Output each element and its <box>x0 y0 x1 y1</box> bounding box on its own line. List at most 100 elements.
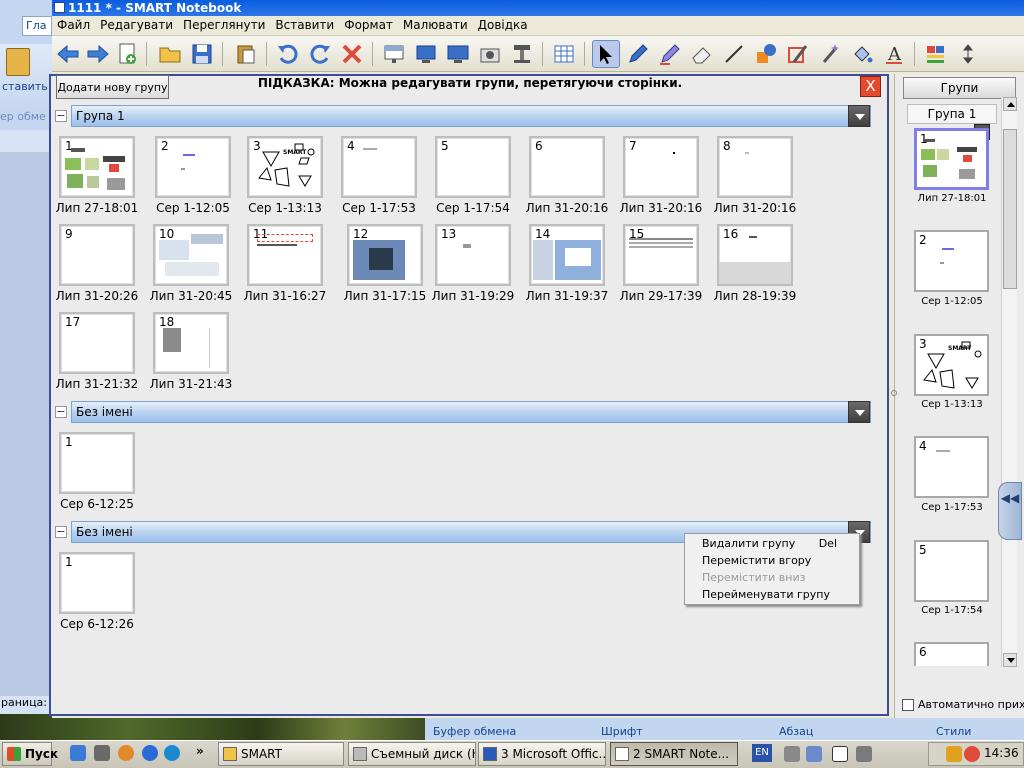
scroll-thumb[interactable] <box>1003 129 1017 289</box>
quick-launch-icon[interactable] <box>142 745 158 761</box>
move-toolbar-icon[interactable] <box>954 40 982 68</box>
title-bar[interactable]: 1111 * - SMART Notebook <box>52 0 1024 16</box>
add-group-button[interactable]: Додати нову групу <box>56 75 169 99</box>
creative-pen-icon[interactable] <box>656 40 684 68</box>
taskbar-item-smart-notebook[interactable]: 2 SMART Note... <box>610 742 738 766</box>
fill-icon[interactable] <box>848 40 876 68</box>
delete-icon[interactable] <box>338 40 366 68</box>
menu-format[interactable]: Формат <box>339 16 398 34</box>
close-panel-button[interactable]: X <box>860 76 881 97</box>
menu-edit[interactable]: Редагувати <box>95 16 178 34</box>
arrow-right-icon[interactable] <box>84 40 112 68</box>
sidebar-page-thumbnail[interactable]: 2 <box>914 230 989 292</box>
tray-help-icon[interactable] <box>832 746 848 762</box>
menu-draw[interactable]: Малювати <box>398 16 473 34</box>
page-thumbnail[interactable]: 7 <box>623 136 699 198</box>
page-thumbnail[interactable]: 6 <box>529 136 605 198</box>
tray-keyboard-icon[interactable] <box>806 746 822 762</box>
paste-icon[interactable] <box>232 40 260 68</box>
screen-shade-icon[interactable] <box>380 40 408 68</box>
shapes-icon[interactable] <box>752 40 780 68</box>
full-screen-icon[interactable] <box>444 40 472 68</box>
collapse-group-icon[interactable]: − <box>55 526 67 538</box>
page-thumbnail[interactable]: 11 <box>247 224 323 286</box>
page-thumbnail[interactable]: 2 <box>155 136 231 198</box>
sparkle-pen-icon[interactable] <box>816 40 844 68</box>
page-thumbnail[interactable]: 1 <box>59 432 135 494</box>
save-icon[interactable] <box>188 40 216 68</box>
group-selector[interactable]: Група 1 <box>907 104 997 124</box>
redo-icon[interactable] <box>306 40 334 68</box>
collapse-group-icon[interactable]: − <box>55 406 67 418</box>
menu-view[interactable]: Переглянути <box>178 16 270 34</box>
capture-icon[interactable] <box>476 40 504 68</box>
page-thumbnail[interactable]: 3 SMART <box>247 136 323 198</box>
language-indicator[interactable]: EN <box>752 744 772 762</box>
pen-icon[interactable] <box>624 40 652 68</box>
menu-item-delete-group[interactable]: Видалити групу <box>702 537 795 550</box>
page-thumbnail[interactable]: 4 <box>341 136 417 198</box>
start-button[interactable]: Пуск <box>2 742 58 766</box>
sidebar-page-thumbnail[interactable]: 4 <box>914 436 989 498</box>
quick-launch-icon[interactable] <box>94 745 110 761</box>
sidebar-page-thumbnail[interactable]: 5 <box>914 540 989 602</box>
undo-icon[interactable] <box>274 40 302 68</box>
page-thumbnail[interactable]: 13 <box>435 224 511 286</box>
page-thumbnail[interactable]: 9 <box>59 224 135 286</box>
page-thumbnail[interactable]: 1 <box>59 136 135 198</box>
table-icon[interactable] <box>550 40 578 68</box>
page-thumbnail[interactable]: 15 <box>623 224 699 286</box>
panel-resize-handle[interactable] <box>891 390 897 396</box>
line-icon[interactable] <box>720 40 748 68</box>
page-thumbnail[interactable]: 17 <box>59 312 135 374</box>
text-icon[interactable]: A <box>880 40 908 68</box>
page-thumbnail[interactable]: 18 <box>153 312 229 374</box>
page-thumbnail[interactable]: 16 <box>717 224 793 286</box>
display-icon[interactable] <box>412 40 440 68</box>
auto-hide-checkbox[interactable] <box>902 699 914 711</box>
taskbar-item-word[interactable]: 3 Microsoft Offic... <box>478 742 606 766</box>
page-thumbnail[interactable]: 12 <box>347 224 423 286</box>
collapse-group-icon[interactable]: − <box>55 110 67 122</box>
group-menu-dropdown-icon[interactable] <box>848 105 870 127</box>
menu-item-move-up[interactable]: Перемістити вгору <box>702 554 811 567</box>
select-arrow-icon[interactable] <box>592 40 620 68</box>
open-folder-icon[interactable] <box>156 40 184 68</box>
scroll-down-icon[interactable] <box>1003 653 1017 667</box>
page-thumbnail[interactable]: 1 <box>59 552 135 614</box>
page-thumbnail[interactable]: 14 <box>529 224 605 286</box>
page-thumbnail[interactable]: 5 <box>435 136 511 198</box>
ribbon-tab-home[interactable]: Гла <box>22 16 52 36</box>
tray-opera-icon[interactable] <box>964 746 980 762</box>
eraser-icon[interactable] <box>688 40 716 68</box>
document-camera-icon[interactable] <box>508 40 536 68</box>
sidebar-page-thumbnail[interactable]: 1 <box>914 128 989 190</box>
tray-app-icon[interactable] <box>946 746 962 762</box>
menu-item-rename-group[interactable]: Перейменувати групу <box>702 588 830 601</box>
page-thumbnail[interactable]: 8 <box>717 136 793 198</box>
menu-insert[interactable]: Вставити <box>270 16 339 34</box>
quick-launch-chevron-icon[interactable]: » <box>196 744 204 758</box>
taskbar-item-smart-folder[interactable]: SMART <box>218 742 344 766</box>
scroll-up-icon[interactable] <box>1003 97 1017 111</box>
sidebar-scrollbar[interactable] <box>1001 97 1017 667</box>
properties-icon[interactable] <box>922 40 950 68</box>
arrow-left-icon[interactable] <box>54 40 82 68</box>
tray-tools-icon[interactable] <box>856 746 872 762</box>
tray-pen-icon[interactable] <box>784 746 800 762</box>
add-page-icon[interactable] <box>114 40 142 68</box>
sidebar-page-thumbnail[interactable]: 6 <box>914 642 989 666</box>
menu-file[interactable]: Файл <box>52 16 95 34</box>
group-header[interactable]: Без імені <box>71 401 871 423</box>
sidebar-page-thumbnail[interactable]: 3 SMART <box>914 334 989 396</box>
paste-button[interactable]: ставить <box>0 44 52 114</box>
group-menu-dropdown-icon[interactable] <box>848 401 870 423</box>
taskbar-item-removable-disk[interactable]: Съемный диск (H:) <box>348 742 476 766</box>
menu-help[interactable]: Довідка <box>473 16 533 34</box>
quick-launch-icon[interactable] <box>118 745 134 761</box>
magic-pen-icon[interactable] <box>784 40 812 68</box>
group-header[interactable]: Група 1 <box>71 105 871 127</box>
page-thumbnail[interactable]: 10 <box>153 224 229 286</box>
collapse-sidebar-button[interactable]: ◀◀ <box>998 482 1022 540</box>
groups-button[interactable]: Групи <box>903 77 1016 99</box>
